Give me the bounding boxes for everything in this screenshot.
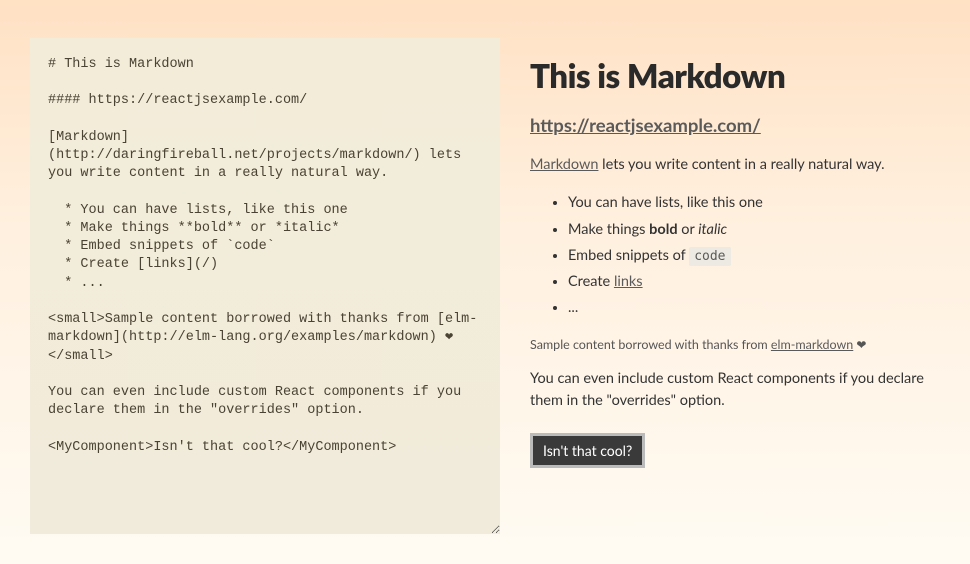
list-item: ...: [568, 295, 932, 321]
overrides-paragraph: You can even include custom React compon…: [530, 368, 932, 413]
list-item: Create links: [568, 269, 932, 295]
heart-icon: ❤: [853, 337, 866, 352]
text: or: [678, 221, 699, 238]
bold-text: bold: [649, 221, 677, 238]
markdown-link[interactable]: Markdown: [530, 156, 598, 173]
preview-heading-1: This is Markdown: [530, 56, 932, 96]
text: Make things: [568, 221, 649, 238]
text: Sample content borrowed with thanks from: [530, 337, 771, 352]
text: Embed snippets of: [568, 247, 689, 264]
app-container: # This is Markdown #### https://reactjse…: [0, 0, 970, 564]
text: Create: [568, 273, 614, 290]
preview-heading-4: https://reactjsexample.com/: [530, 114, 932, 136]
custom-component-button[interactable]: Isn't that cool?: [530, 433, 645, 468]
markdown-editor[interactable]: # This is Markdown #### https://reactjse…: [30, 38, 500, 534]
list-item: You can have lists, like this one: [568, 190, 932, 216]
attribution-small: Sample content borrowed with thanks from…: [530, 337, 932, 352]
italic-text: italic: [698, 221, 727, 238]
list-item: Make things bold or italic: [568, 217, 932, 243]
heading-link[interactable]: https://reactjsexample.com/: [530, 114, 761, 136]
feature-list: You can have lists, like this one Make t…: [530, 190, 932, 320]
inline-code: code: [689, 247, 730, 266]
intro-text: lets you write content in a really natur…: [598, 156, 884, 173]
elm-markdown-link[interactable]: elm-markdown: [771, 337, 853, 352]
links-link[interactable]: links: [614, 273, 643, 290]
markdown-preview: This is Markdown https://reactjsexample.…: [530, 38, 940, 534]
list-item: Embed snippets of code: [568, 243, 932, 269]
intro-paragraph: Markdown lets you write content in a rea…: [530, 154, 932, 176]
